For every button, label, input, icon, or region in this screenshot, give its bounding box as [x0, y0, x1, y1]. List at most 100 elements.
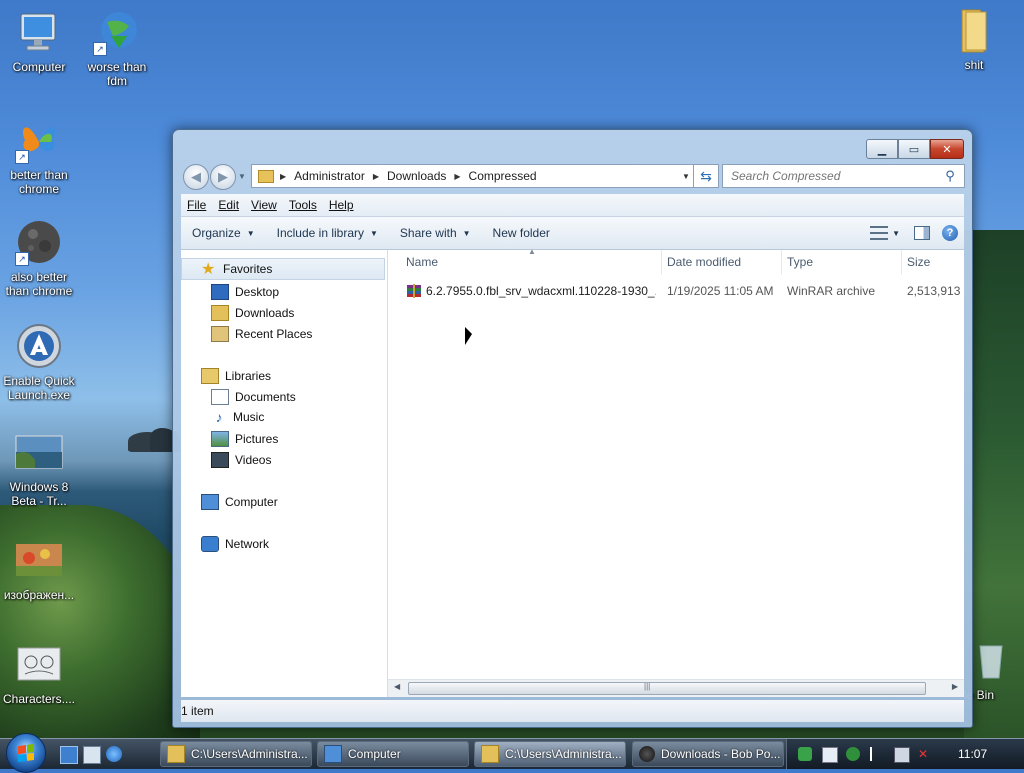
- chevron-down-icon[interactable]: ▼: [892, 229, 900, 238]
- menu-tools[interactable]: Tools: [283, 198, 323, 212]
- forward-button[interactable]: ▶: [210, 164, 236, 190]
- desktop-icon-characters[interactable]: Characters....: [0, 640, 78, 706]
- internet-explorer-icon[interactable]: [106, 746, 122, 762]
- file-list-pane[interactable]: ▲ Name Date modified Type Size 6.2.7955.…: [388, 247, 964, 697]
- column-header-type[interactable]: Type: [781, 250, 902, 274]
- search-icon[interactable]: ⚲: [943, 168, 957, 184]
- recent-places-icon: [211, 326, 229, 342]
- documents-icon: [211, 389, 229, 405]
- desktop-icon-label: Enable Quick Launch.exe: [3, 374, 75, 402]
- desktop-icon-worse-than-fdm[interactable]: ↗ worse than fdm: [78, 8, 156, 88]
- file-row[interactable]: 6.2.7955.0.fbl_srv_wdacxml.110228-1930_.…: [388, 280, 964, 302]
- scroll-left-arrow-icon[interactable]: ◀: [394, 682, 400, 691]
- organize-label: Organize: [192, 226, 241, 240]
- minimize-button[interactable]: ▁: [866, 139, 898, 159]
- action-center-flag-icon[interactable]: [870, 747, 886, 761]
- taskbar-button-computer[interactable]: Computer: [317, 741, 469, 767]
- taskbar-button-explorer-1[interactable]: C:\Users\Administra...: [160, 741, 312, 767]
- taskbar-button-downloads[interactable]: Downloads - Bob Po...: [632, 741, 784, 767]
- menu-help[interactable]: Help: [323, 198, 360, 212]
- taskbar-button-label: Downloads - Bob Po...: [661, 747, 781, 761]
- show-desktop-icon[interactable]: [60, 746, 78, 764]
- photo-thumbnail-icon: [15, 536, 63, 584]
- desktop-icon-shit-folder[interactable]: shit: [935, 6, 1013, 72]
- desktop-icon-label: shit: [964, 58, 984, 72]
- share-with-button[interactable]: Share with ▼: [389, 226, 482, 240]
- chevron-right-icon: ▶: [280, 171, 287, 181]
- back-button[interactable]: ◀: [183, 164, 209, 190]
- preview-pane-icon[interactable]: [914, 226, 930, 240]
- nav-label: Music: [233, 410, 265, 424]
- desktop-icon-also-better-than-chrome[interactable]: ↗ also better than chrome: [0, 218, 78, 298]
- nav-videos[interactable]: Videos: [211, 452, 271, 468]
- star-icon: ★: [201, 261, 216, 278]
- desktop-icon-windows-8-beta[interactable]: Windows 8 Beta - Tr...: [0, 428, 78, 508]
- nav-favorites[interactable]: ★ Favorites: [181, 258, 385, 280]
- view-options-icon[interactable]: [870, 226, 889, 240]
- desktop-icon-computer[interactable]: Computer: [0, 8, 78, 74]
- menu-edit[interactable]: Edit: [212, 198, 245, 212]
- volume-muted-icon[interactable]: ✕: [918, 747, 932, 761]
- desktop-icon-image[interactable]: изображен...: [0, 536, 78, 602]
- file-size: 2,513,913 K: [907, 284, 964, 298]
- nav-music[interactable]: ♪ Music: [211, 410, 265, 424]
- network-tray-icon[interactable]: [894, 747, 910, 763]
- desktop-icon-better-than-chrome[interactable]: ↗ better than chrome: [0, 116, 78, 196]
- browser-icon: [639, 746, 655, 762]
- switch-windows-icon[interactable]: [83, 746, 101, 764]
- network-icon: [201, 536, 219, 552]
- breadcrumb-item[interactable]: ▶ Downloads: [373, 169, 447, 183]
- new-folder-button[interactable]: New folder: [482, 226, 561, 240]
- breadcrumb-item[interactable]: ▶ Administrator: [280, 169, 365, 183]
- nav-downloads[interactable]: Downloads: [211, 305, 294, 321]
- menu-tools-label: Tools: [288, 198, 317, 212]
- nav-network[interactable]: Network: [201, 536, 269, 552]
- download-manager-tray-icon[interactable]: [798, 747, 812, 761]
- refresh-button[interactable]: ⇆: [693, 164, 719, 188]
- moon-icon: ↗: [15, 218, 63, 266]
- nav-recent-places[interactable]: Recent Places: [211, 326, 312, 342]
- back-arrow-icon: ◀: [191, 169, 201, 184]
- nav-label: Downloads: [235, 306, 295, 320]
- menu-file[interactable]: File: [181, 198, 212, 212]
- taskbar-button-explorer-2[interactable]: C:\Users\Administra...: [474, 741, 626, 767]
- organize-button[interactable]: Organize ▼: [181, 226, 266, 240]
- scroll-right-arrow-icon[interactable]: ▶: [952, 682, 958, 691]
- breadcrumb-item[interactable]: ▶ Compressed: [454, 169, 536, 183]
- search-box[interactable]: ⚲: [722, 164, 965, 188]
- command-bar: Organize ▼ Include in library ▼ Share with…: [181, 217, 964, 250]
- column-header-size[interactable]: Size: [901, 250, 964, 274]
- recent-pages-dropdown[interactable]: ▼: [238, 172, 246, 181]
- horizontal-scrollbar[interactable]: ◀ ||| ▶: [388, 679, 964, 697]
- search-input[interactable]: [729, 168, 943, 184]
- address-history-dropdown[interactable]: ▼: [678, 172, 694, 181]
- navigation-pane: ★ Favorites Desktop Downloads Recent Plac…: [181, 250, 388, 697]
- nav-computer[interactable]: Computer: [201, 494, 278, 510]
- document-tray-icon[interactable]: [822, 747, 838, 763]
- start-button[interactable]: [6, 733, 46, 773]
- close-button[interactable]: ✕: [930, 139, 964, 159]
- nav-pictures[interactable]: Pictures: [211, 431, 278, 447]
- security-tray-icon[interactable]: [846, 747, 860, 761]
- nav-desktop[interactable]: Desktop: [211, 284, 279, 300]
- butterfly-icon: ↗: [15, 116, 63, 164]
- share-with-label: Share with: [399, 226, 457, 240]
- nav-label: Network: [225, 537, 270, 551]
- pictures-icon: [211, 431, 229, 447]
- column-header-date-modified[interactable]: Date modified: [661, 250, 782, 274]
- nav-documents[interactable]: Documents: [211, 389, 296, 405]
- maximize-button[interactable]: ▭: [898, 139, 930, 159]
- desktop-icon-enable-quick-launch[interactable]: Enable Quick Launch.exe: [0, 322, 78, 402]
- folder-icon: [950, 6, 998, 54]
- window-controls: ▁ ▭ ✕: [866, 139, 964, 159]
- include-in-library-button[interactable]: Include in library ▼: [266, 226, 389, 240]
- scrollbar-thumb[interactable]: [408, 682, 926, 695]
- nav-libraries[interactable]: Libraries: [201, 368, 271, 384]
- column-header-name[interactable]: Name: [400, 250, 662, 274]
- help-icon[interactable]: ?: [942, 225, 958, 241]
- file-date-modified: 1/19/2025 11:05 AM: [667, 284, 774, 298]
- clock[interactable]: 11:07: [958, 739, 987, 769]
- address-bar[interactable]: ▶ Administrator ▶ Downloads ▶ Compressed ▼: [251, 164, 695, 188]
- menu-view[interactable]: View: [245, 198, 283, 212]
- explorer-window[interactable]: ▁ ▭ ✕ ◀ ▶ ▼ ▶ Administrator ▶ Downloads ▶ C…: [172, 129, 973, 728]
